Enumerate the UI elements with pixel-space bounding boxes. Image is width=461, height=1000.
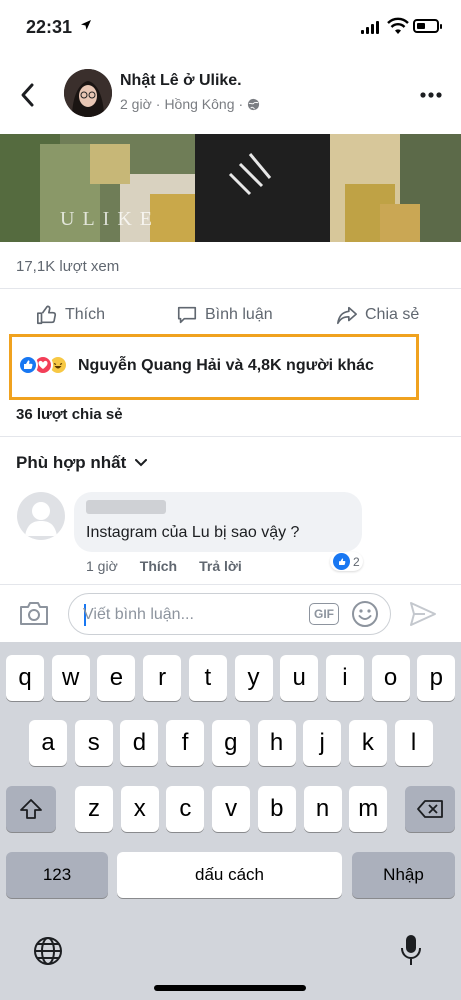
key-p[interactable]: p [417, 655, 456, 701]
gif-button[interactable]: GIF [309, 603, 339, 625]
divider [0, 436, 461, 437]
comment-meta: 1 giờ Thích Trả lời [86, 558, 242, 574]
key-w[interactable]: w [51, 655, 90, 701]
post-actions: Thích Bình luận Chia sẻ [0, 296, 461, 336]
comment-reply-button[interactable]: Trả lời [199, 558, 242, 574]
view-count: 17,1K lượt xem [16, 258, 120, 275]
space-key[interactable]: dấu cách [117, 852, 342, 898]
comment-bubble-icon [177, 306, 197, 324]
reaction-icons [18, 355, 82, 377]
comment-input-field[interactable]: GIF [68, 593, 391, 635]
like-label: Thích [65, 306, 106, 323]
key-j[interactable]: j [303, 720, 342, 766]
comment-reaction-count[interactable]: 2 [330, 552, 363, 571]
location-arrow-icon [81, 20, 91, 30]
comment-bubble[interactable]: Instagram của Lu bị sao vậy ? [74, 492, 362, 552]
comment-input[interactable] [83, 603, 303, 627]
post-meta: 2 giờ · Hồng Kông · [120, 96, 260, 112]
share-count[interactable]: 36 lượt chia sẻ [16, 406, 123, 423]
comment-label: Bình luận [205, 306, 273, 323]
commenter-name-blurred [86, 500, 166, 514]
author-avatar[interactable] [64, 69, 112, 117]
comment-text: Instagram của Lu bị sao vậy ? [86, 524, 300, 541]
key-i[interactable]: i [325, 655, 364, 701]
key-x[interactable]: x [120, 786, 159, 832]
key-r[interactable]: r [143, 655, 182, 701]
globe-keyboard-icon[interactable] [32, 935, 64, 967]
share-label: Chia sẻ [365, 306, 420, 323]
shift-key[interactable] [6, 786, 56, 832]
comment-composer: GIF [0, 584, 461, 642]
meta-dot: · [238, 96, 244, 112]
send-icon[interactable] [408, 599, 438, 629]
key-n[interactable]: n [303, 786, 342, 832]
key-u[interactable]: u [280, 655, 319, 701]
key-b[interactable]: b [257, 786, 296, 832]
comment-sort-dropdown[interactable]: Phù hợp nhất [16, 453, 148, 473]
key-m[interactable]: m [349, 786, 388, 832]
like-icon [333, 553, 350, 570]
key-s[interactable]: s [74, 720, 113, 766]
status-time: 22:31 [26, 17, 73, 37]
reactors-text: Nguyễn Quang Hải và 4,8K người khác [78, 357, 374, 374]
comment-reaction-number: 2 [353, 554, 360, 569]
key-g[interactable]: g [211, 720, 250, 766]
key-h[interactable]: h [257, 720, 296, 766]
key-y[interactable]: y [234, 655, 273, 701]
key-q[interactable]: q [6, 655, 44, 701]
comment-time: 1 giờ [86, 558, 118, 574]
comment-button[interactable]: Bình luận [176, 304, 273, 326]
microphone-icon[interactable] [399, 933, 423, 967]
more-options-icon[interactable] [420, 92, 442, 98]
key-e[interactable]: e [97, 655, 136, 701]
numbers-key[interactable]: 123 [6, 852, 108, 898]
share-button[interactable]: Chia sẻ [336, 304, 419, 326]
backspace-icon [417, 800, 443, 818]
key-l[interactable]: l [394, 720, 433, 766]
author-name[interactable]: Nhật Lê ở Ulike. [120, 72, 242, 90]
post-video[interactable]: ULIKE [0, 134, 461, 242]
meta-dot: · [155, 96, 161, 112]
comment-like-button[interactable]: Thích [140, 558, 177, 574]
key-d[interactable]: d [120, 720, 159, 766]
status-bar: 22:31 [0, 0, 461, 56]
delete-key[interactable] [405, 786, 455, 832]
post-time: 2 giờ [120, 96, 152, 112]
divider [0, 288, 461, 289]
camera-icon[interactable] [19, 600, 49, 626]
chevron-down-icon [135, 459, 148, 467]
like-icon [18, 355, 38, 375]
like-button[interactable]: Thích [36, 304, 105, 326]
key-a[interactable]: a [29, 720, 67, 766]
reactions-summary[interactable]: Nguyễn Quang Hải và 4,8K người khác [9, 334, 419, 400]
key-k[interactable]: k [348, 720, 387, 766]
shift-icon [20, 799, 42, 819]
return-key[interactable]: Nhập [352, 852, 455, 898]
key-t[interactable]: t [188, 655, 227, 701]
thumbs-up-icon [37, 305, 57, 325]
key-z[interactable]: z [75, 786, 113, 832]
share-arrow-icon [337, 306, 357, 325]
wifi-icon [387, 17, 409, 34]
video-watermark: ULIKE [60, 208, 160, 230]
battery-icon [413, 19, 442, 33]
key-c[interactable]: c [166, 786, 205, 832]
key-f[interactable]: f [166, 720, 205, 766]
key-o[interactable]: o [371, 655, 410, 701]
back-arrow-icon[interactable] [18, 82, 40, 108]
globe-icon [248, 98, 260, 110]
commenter-avatar[interactable] [17, 492, 65, 540]
cellular-signal-icon [361, 21, 381, 34]
post-header: Nhật Lê ở Ulike. 2 giờ · Hồng Kông · [0, 56, 461, 134]
home-indicator [154, 985, 306, 991]
post-location[interactable]: Hồng Kông [164, 96, 234, 112]
sort-label: Phù hợp nhất [16, 453, 127, 472]
key-v[interactable]: v [212, 786, 251, 832]
emoji-icon[interactable] [351, 600, 379, 628]
